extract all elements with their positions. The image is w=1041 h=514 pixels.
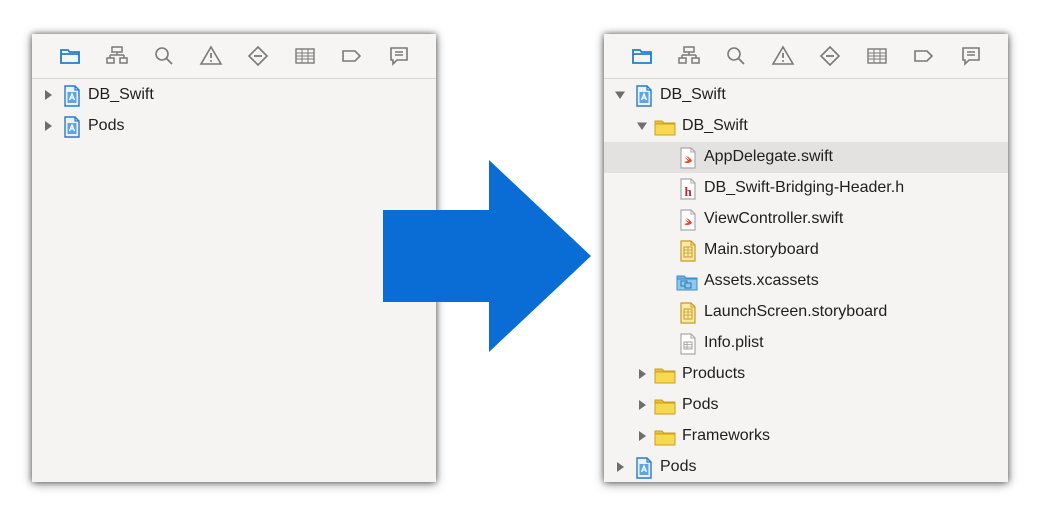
header-file-icon [678,178,698,200]
disclosure-down-icon[interactable] [637,121,647,131]
debug-navigator-icon[interactable] [293,44,317,68]
symbol-navigator-icon[interactable] [677,44,701,68]
swift-file-icon [678,209,698,231]
navigator-toolbar [604,34,1008,79]
disclosure-right-icon[interactable] [43,121,53,131]
tree-row-main-storyboard[interactable]: Main.storyboard [604,235,1008,266]
symbol-navigator-icon[interactable] [105,44,129,68]
issue-navigator-icon[interactable] [771,44,795,68]
tree-row-label: DB_Swift [682,117,748,134]
project-navigator-icon[interactable] [630,44,654,68]
right-arrow-icon [383,160,591,352]
find-navigator-icon[interactable] [152,44,176,68]
storyboard-file-icon [678,302,698,324]
tree-row-products[interactable]: Products [604,359,1008,390]
find-navigator-icon[interactable] [724,44,748,68]
project-navigator-icon[interactable] [58,44,82,68]
tree-row-launchscreen[interactable]: LaunchScreen.storyboard [604,297,1008,328]
breakpoint-navigator-icon[interactable] [340,44,364,68]
tree-row-pods-project[interactable]: Pods [32,111,436,142]
folder-icon [654,364,676,386]
tree-row-db-swift-project[interactable]: DB_Swift [604,80,1008,111]
project-navigator-collapsed: DB_Swift Pods [32,34,436,482]
tree-row-label: Main.storyboard [704,241,819,258]
tree-row-label: DB_Swift [660,86,726,103]
folder-icon [654,116,676,138]
tree-row-db-swift-project[interactable]: DB_Swift [32,80,436,111]
disclosure-right-icon[interactable] [637,400,647,410]
disclosure-right-icon[interactable] [615,462,625,472]
tree-row-label: Frameworks [682,427,771,444]
tree-row-pods-group[interactable]: Pods [604,390,1008,421]
breakpoint-navigator-icon[interactable] [912,44,936,68]
tree-row-label: Pods [88,117,125,134]
test-navigator-icon[interactable] [818,44,842,68]
navigator-toolbar [32,34,436,79]
disclosure-right-icon[interactable] [43,90,53,100]
project-file-icon [62,85,82,107]
tree-row-frameworks[interactable]: Frameworks [604,421,1008,452]
plist-file-icon [678,333,698,355]
project-file-icon [634,85,654,107]
tree-row-label: DB_Swift [88,86,154,103]
folder-icon [654,426,676,448]
tree-row-label: AppDelegate.swift [704,148,833,165]
project-navigator-expanded: DB_Swift DB_Swift AppDelegate.swift DB_S… [604,34,1008,482]
tree-row-bridging-header[interactable]: DB_Swift-Bridging-Header.h [604,173,1008,204]
folder-icon [654,395,676,417]
disclosure-right-icon[interactable] [637,431,647,441]
tree-row-viewcontroller[interactable]: ViewController.swift [604,204,1008,235]
project-file-icon [634,457,654,479]
report-navigator-icon[interactable] [387,44,411,68]
tree-row-appdelegate[interactable]: AppDelegate.swift [604,142,1008,173]
tree-row-db-swift-group[interactable]: DB_Swift [604,111,1008,142]
tree-row-label: Assets.xcassets [704,272,819,289]
tree-row-label: Info.plist [704,334,764,351]
disclosure-down-icon[interactable] [615,90,625,100]
tree-row-assets[interactable]: Assets.xcassets [604,266,1008,297]
report-navigator-icon[interactable] [959,44,983,68]
asset-catalog-icon [676,271,698,293]
disclosure-right-icon[interactable] [637,369,647,379]
tree-row-label: DB_Swift-Bridging-Header.h [704,179,905,196]
swift-file-icon [678,147,698,169]
project-file-icon [62,116,82,138]
tree-row-label: LaunchScreen.storyboard [704,303,888,320]
tree-row-label: Pods [682,396,719,413]
issue-navigator-icon[interactable] [199,44,223,68]
storyboard-file-icon [678,240,698,262]
tree-row-pods-project[interactable]: Pods [604,452,1008,483]
tree-row-label: Products [682,365,746,382]
debug-navigator-icon[interactable] [865,44,889,68]
tree-row-label: Pods [660,458,697,475]
test-navigator-icon[interactable] [246,44,270,68]
tree-row-info-plist[interactable]: Info.plist [604,328,1008,359]
tree-row-label: ViewController.swift [704,210,844,227]
